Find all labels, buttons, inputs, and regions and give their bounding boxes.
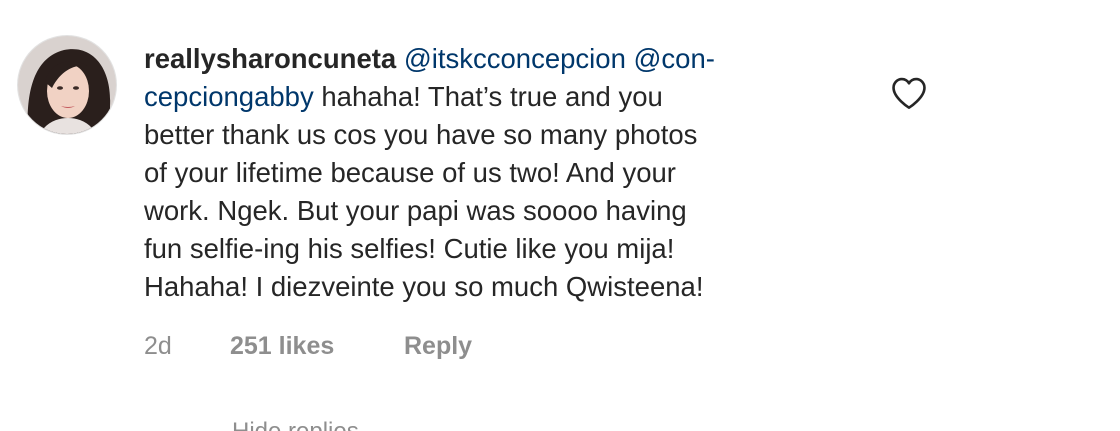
comment-text: reallysharoncuneta @itskcconcepcion @con… xyxy=(144,40,844,306)
comment-line: better thank us cos you have so many pho… xyxy=(144,119,698,150)
comment-likes-count[interactable]: 251 likes xyxy=(230,332,334,361)
comment-line: work. Ngek. But your papi was soooo havi… xyxy=(144,195,687,226)
comment-username[interactable]: reallysharoncuneta xyxy=(144,43,396,74)
comment-line: of your lifetime because of us two! And … xyxy=(144,157,676,188)
heart-outline-icon[interactable] xyxy=(890,76,928,110)
mention-link[interactable]: @itskcconcepcion xyxy=(404,43,626,74)
comment-text-segment: hahaha! That’s true and you xyxy=(313,81,663,112)
comment: reallysharoncuneta @itskcconcepcion @con… xyxy=(0,0,1120,431)
comment-line: Hahaha! I diezveinte you so much Qwistee… xyxy=(144,271,704,302)
avatar[interactable] xyxy=(18,36,116,134)
comment-line: fun selfie-ing his selfies! Cutie like y… xyxy=(144,233,675,264)
hide-replies-button[interactable]: Hide replies xyxy=(232,418,359,431)
mention-link[interactable]: @con- xyxy=(634,43,715,74)
reply-button[interactable]: Reply xyxy=(404,332,472,361)
mention-link[interactable]: cepciongabby xyxy=(144,81,314,112)
avatar-photo xyxy=(18,36,116,134)
comment-line: reallysharoncuneta @itskcconcepcion @con… xyxy=(144,40,844,78)
comment-line: cepciongabby hahaha! That’s true and you xyxy=(144,78,844,116)
comment-timestamp[interactable]: 2d xyxy=(144,332,172,361)
